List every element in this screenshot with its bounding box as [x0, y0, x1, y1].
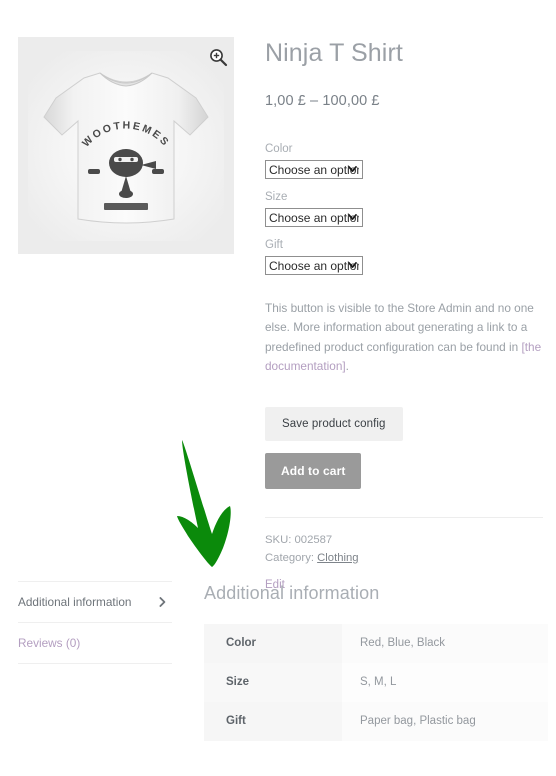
product-meta: SKU: 002587 Category: Clothing	[265, 532, 543, 567]
gift-select-wrapper[interactable]: Choose an option	[265, 255, 363, 275]
attribute-value-size: S, M, L	[342, 662, 548, 702]
gift-select[interactable]: Choose an option	[265, 255, 363, 275]
variation-row-gift: Gift Choose an option	[265, 238, 543, 275]
category-link[interactable]: Clothing	[317, 552, 358, 564]
color-select[interactable]: Choose an option	[265, 159, 363, 179]
sku-label: SKU:	[265, 534, 292, 547]
table-row: Size S, M, L	[204, 662, 548, 702]
additional-information-heading: Additional information	[204, 583, 380, 603]
additional-information-panel: Additional information Color Red, Blue, …	[204, 583, 548, 741]
attributes-table: Color Red, Blue, Black Size S, M, L Gift…	[204, 623, 548, 741]
attribute-value-color: Red, Blue, Black	[342, 623, 548, 663]
size-select-wrapper[interactable]: Choose an option	[265, 207, 363, 227]
sku-line: SKU: 002587	[265, 532, 543, 550]
product-image-gallery[interactable]: WOOTHEMES	[18, 37, 234, 254]
add-to-cart-button[interactable]: Add to cart	[265, 453, 362, 490]
save-product-config-button[interactable]: Save product config	[265, 407, 403, 442]
admin-note: This button is visible to the Store Admi…	[265, 299, 543, 377]
variation-row-color: Color Choose an option	[265, 142, 543, 179]
size-select[interactable]: Choose an option	[265, 207, 363, 227]
product-summary: Ninja T Shirt 1,00 £ – 100,00 £ Color Ch…	[265, 38, 543, 591]
color-select-wrapper[interactable]: Choose an option	[265, 159, 363, 179]
admin-note-text-before: This button is visible to the Store Admi…	[265, 300, 534, 354]
tab-reviews-label: Reviews (0)	[18, 636, 81, 650]
table-row: Gift Paper bag, Plastic bag	[204, 701, 548, 741]
variation-label-size: Size	[265, 190, 288, 203]
category-line: Category: Clothing	[265, 550, 543, 568]
category-label: Category:	[265, 551, 314, 564]
product-image[interactable]: WOOTHEMES	[18, 37, 234, 254]
green-arrow-annotation	[177, 440, 231, 567]
tab-reviews[interactable]: Reviews (0)	[18, 622, 172, 664]
product-tabs: Additional information Reviews (0)	[18, 581, 172, 664]
variation-label-color: Color	[265, 143, 293, 155]
attribute-name-size: Size	[204, 662, 342, 702]
attribute-value-gift: Paper bag, Plastic bag	[342, 701, 548, 741]
page-title: Ninja T Shirt	[265, 39, 403, 67]
tab-additional-information-label: Additional information	[18, 595, 132, 609]
sku-value: 002587	[294, 534, 333, 547]
meta-divider	[265, 517, 543, 519]
variation-row-size: Size Choose an option	[265, 190, 543, 227]
variation-label-gift: Gift	[265, 238, 283, 251]
table-row: Color Red, Blue, Black	[204, 623, 548, 663]
attribute-name-gift: Gift	[204, 701, 342, 741]
tab-additional-information[interactable]: Additional information	[18, 581, 172, 622]
variation-form: Color Choose an option Size Choose an op…	[265, 142, 543, 275]
magnifier-plus-icon[interactable]	[208, 47, 228, 67]
admin-note-text-after: .	[345, 359, 349, 374]
chevron-right-icon	[159, 597, 166, 607]
tshirt-illustration: WOOTHEMES	[28, 50, 224, 241]
product-price: 1,00 £ – 100,00 £	[265, 93, 380, 109]
attribute-name-color: Color	[204, 623, 342, 663]
